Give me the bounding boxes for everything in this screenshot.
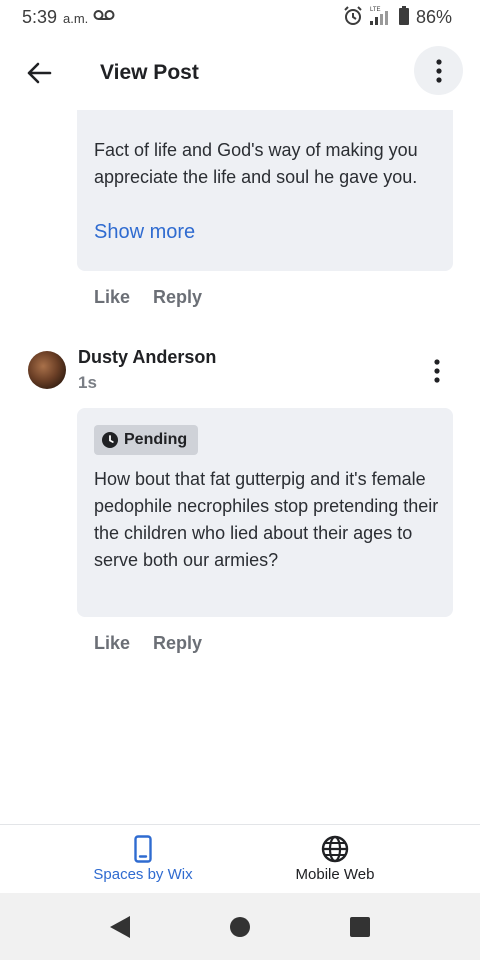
comment-menu-button[interactable] [426,357,448,385]
status-ampm: a.m. [63,11,89,26]
avatar[interactable] [28,351,66,389]
signal-icon: LTE [368,5,392,32]
tab-label: Mobile Web [295,866,375,883]
nav-recents-icon [350,917,370,937]
post-menu-button[interactable] [414,46,463,95]
reply-button[interactable]: Reply [153,633,202,654]
more-vertical-icon [435,58,442,83]
comment-actions: Like Reply [94,633,202,654]
nav-home-icon [230,917,250,937]
app-bar: View Post [0,36,480,110]
status-badge: Pending [94,425,199,455]
battery-percent: 86% [416,7,453,27]
clock-icon [102,432,118,448]
phone-icon [134,835,152,863]
nav-back-button[interactable] [107,914,133,940]
nav-back-icon [110,916,130,938]
comment-actions: Like Reply [94,287,202,308]
system-nav-bar [0,893,480,960]
comment-bubble: Pending How bout that fat gutterpig and … [77,408,453,617]
comment-author[interactable]: Dusty Anderson [78,347,216,368]
comment-text: Fact of life and God's way of making you… [94,140,418,187]
voicemail-icon [93,9,115,28]
back-button[interactable] [20,54,58,92]
more-vertical-icon [434,359,440,383]
page-title: View Post [100,61,199,84]
comment-text: How bout that fat gutterpig and it's fem… [94,469,439,570]
signal-lte-label: LTE [370,7,381,13]
comment-timestamp: 1s [78,373,97,392]
globe-icon [321,835,349,863]
nav-recents-button[interactable] [347,914,373,940]
battery-icon [398,6,410,31]
nav-home-button[interactable] [227,914,253,940]
like-button[interactable]: Like [94,633,130,654]
reply-button[interactable]: Reply [153,287,202,308]
status-badge-label: Pending [124,431,188,448]
tab-mobile-web[interactable]: Mobile Web [215,825,455,894]
show-more-link[interactable]: Show more [94,221,195,244]
status-time: 5:39 [22,7,58,27]
arrow-left-icon [27,62,52,84]
bottom-tab-bar: Spaces by Wix Mobile Web [0,824,480,893]
status-bar: 5:39 a.m. LTE 86% [0,0,480,36]
alarm-icon [343,6,363,31]
comment-bubble: Fact of life and God's way of making you… [77,110,453,271]
like-button[interactable]: Like [94,287,130,308]
